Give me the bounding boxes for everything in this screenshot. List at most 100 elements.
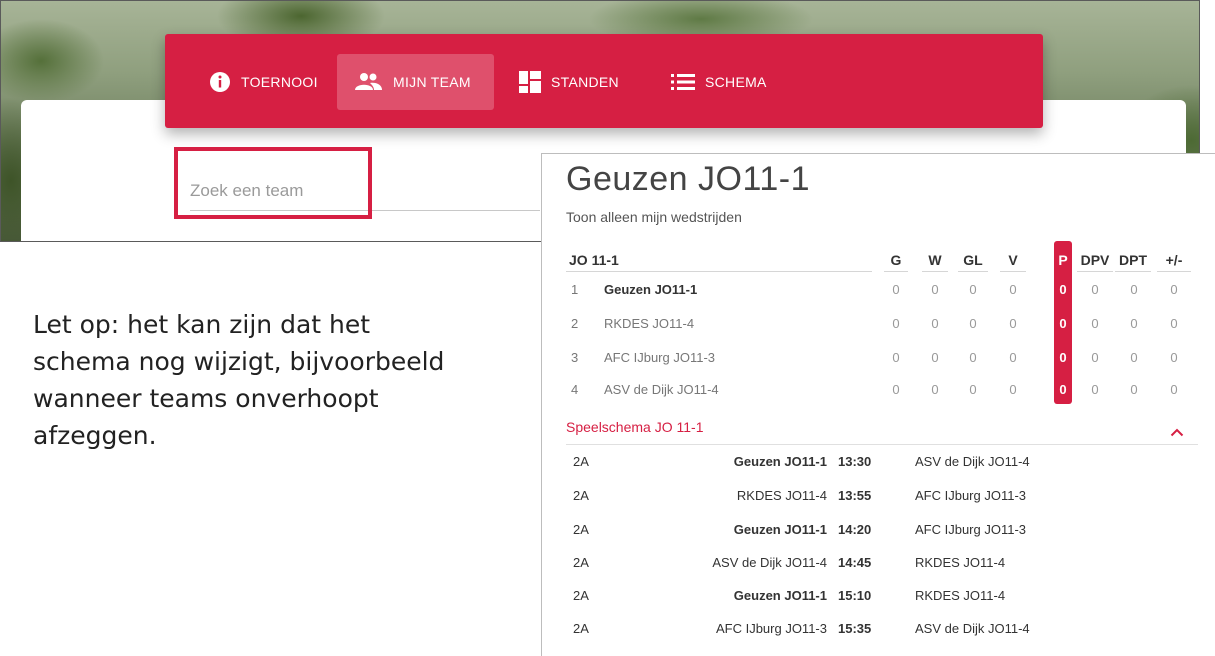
nav-mijn-team[interactable]: MIJN TEAM: [337, 54, 494, 110]
standing-g: 0: [892, 350, 900, 365]
standing-v: 0: [1009, 350, 1017, 365]
header-divider: [1115, 271, 1151, 272]
info-icon: [209, 71, 241, 93]
col-header-g: G: [890, 252, 902, 268]
nav-toernooi-label: TOERNOOI: [241, 74, 318, 90]
standing-dpv: 0: [1091, 350, 1099, 365]
instruction-note: Let op: het kan zijn dat het schema nog …: [33, 310, 445, 450]
match-field: 2A: [573, 522, 589, 537]
team-title: Geuzen JO11-1: [566, 160, 811, 198]
nav-toernooi[interactable]: TOERNOOI: [193, 54, 334, 110]
col-header-p: P: [1058, 252, 1068, 268]
standing-w: 0: [931, 282, 939, 297]
standing-diff: 0: [1170, 282, 1178, 297]
schedule-divider: [566, 444, 1198, 445]
standing-p: 0: [1059, 350, 1067, 365]
match-time: 15:35: [838, 621, 872, 636]
standing-dpt: 0: [1130, 282, 1138, 297]
list-icon: [671, 74, 705, 90]
standing-team: RKDES JO11-4: [604, 316, 695, 331]
standing-v: 0: [1009, 382, 1017, 397]
standing-team: ASV de Dijk JO11-4: [604, 382, 719, 397]
dashboard-icon: [519, 71, 551, 93]
header-divider: [566, 271, 872, 272]
match-field: 2A: [573, 488, 589, 503]
match-field: 2A: [573, 621, 589, 636]
match-field: 2A: [573, 454, 589, 469]
match-home: AFC IJburg JO11-3: [715, 621, 827, 636]
nav-schema-label: SCHEMA: [705, 74, 767, 90]
standing-pos: 4: [571, 382, 579, 397]
match-home: Geuzen JO11-1: [733, 454, 827, 469]
standing-dpt: 0: [1130, 316, 1138, 331]
col-header-dpt: DPT: [1119, 252, 1147, 268]
match-away: RKDES JO11-4: [915, 588, 1006, 603]
standing-dpt: 0: [1130, 382, 1138, 397]
schedule-title[interactable]: Speelschema JO 11-1: [566, 419, 703, 435]
standing-g: 0: [892, 316, 900, 331]
match-home: Geuzen JO11-1: [733, 522, 827, 537]
standing-dpv: 0: [1091, 316, 1099, 331]
standing-pos: 1: [571, 282, 579, 297]
header-divider: [1000, 271, 1026, 272]
top-navbar: TOERNOOI MIJN TEAM STANDEN SCHEMA: [165, 34, 1043, 128]
nav-standen[interactable]: STANDEN: [503, 54, 635, 110]
match-field: 2A: [573, 555, 589, 570]
standing-gl: 0: [969, 316, 977, 331]
standing-p: 0: [1059, 282, 1067, 297]
nav-standen-label: STANDEN: [551, 74, 619, 90]
col-header-w: W: [928, 252, 942, 268]
match-away: AFC IJburg JO11-3: [915, 488, 1027, 503]
col-header-diff: +/-: [1165, 252, 1183, 268]
match-time: 14:45: [838, 555, 872, 570]
match-away: ASV de Dijk JO11-4: [915, 454, 1030, 469]
standing-g: 0: [892, 282, 900, 297]
match-home: Geuzen JO11-1: [733, 588, 827, 603]
standing-dpv: 0: [1091, 282, 1099, 297]
match-home: RKDES JO11-4: [736, 488, 827, 503]
standing-p: 0: [1059, 316, 1067, 331]
match-home: ASV de Dijk JO11-4: [712, 555, 827, 570]
standing-gl: 0: [969, 350, 977, 365]
team-detail-panel: Geuzen JO11-1 Toon alleen mijn wedstrijd…: [541, 153, 1215, 656]
standing-diff: 0: [1170, 382, 1178, 397]
match-time: 14:20: [838, 522, 872, 537]
match-away: AFC IJburg JO11-3: [915, 522, 1027, 537]
standing-v: 0: [1009, 316, 1017, 331]
header-divider: [1077, 271, 1113, 272]
match-away: ASV de Dijk JO11-4: [915, 621, 1030, 636]
standings-group-header: JO 11-1: [569, 252, 619, 268]
standing-w: 0: [931, 382, 939, 397]
standing-gl: 0: [969, 382, 977, 397]
match-time: 13:55: [838, 488, 872, 503]
standing-dpt: 0: [1130, 350, 1138, 365]
standing-team: Geuzen JO11-1: [604, 282, 698, 297]
header-divider: [958, 271, 988, 272]
header-divider: [922, 271, 948, 272]
standing-pos: 2: [571, 316, 579, 331]
col-header-gl: GL: [963, 252, 983, 268]
col-header-v: V: [1008, 252, 1018, 268]
standing-diff: 0: [1170, 350, 1178, 365]
standing-diff: 0: [1170, 316, 1178, 331]
match-time: 13:30: [838, 454, 872, 469]
standing-w: 0: [931, 316, 939, 331]
standing-dpv: 0: [1091, 382, 1099, 397]
nav-mijn-team-label: MIJN TEAM: [393, 74, 471, 90]
search-highlight-box: [174, 147, 372, 219]
header-divider: [884, 271, 908, 272]
header-divider: [1157, 271, 1191, 272]
match-time: 15:10: [838, 588, 872, 603]
match-away: RKDES JO11-4: [915, 555, 1006, 570]
standing-w: 0: [931, 350, 939, 365]
only-my-matches-toggle[interactable]: Toon alleen mijn wedstrijden: [566, 209, 742, 225]
standing-p: 0: [1059, 382, 1067, 397]
standing-pos: 3: [571, 350, 579, 365]
standing-g: 0: [892, 382, 900, 397]
col-header-dpv: DPV: [1080, 252, 1110, 268]
chevron-up-icon[interactable]: [1170, 424, 1184, 442]
nav-schema[interactable]: SCHEMA: [655, 54, 783, 110]
standing-team: AFC IJburg JO11-3: [604, 350, 716, 365]
standing-gl: 0: [969, 282, 977, 297]
standing-v: 0: [1009, 282, 1017, 297]
